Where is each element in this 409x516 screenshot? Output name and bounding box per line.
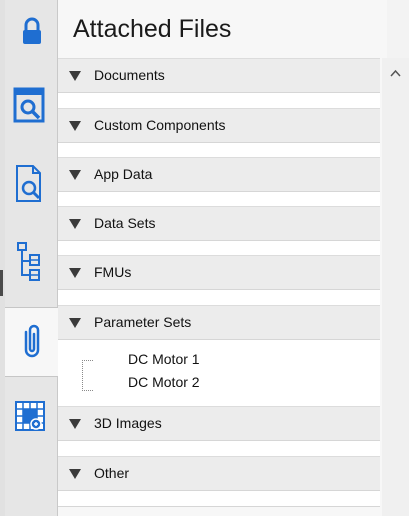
component-grid-icon bbox=[15, 401, 45, 431]
chevron-up-icon bbox=[390, 69, 401, 77]
section-body bbox=[58, 92, 380, 109]
section-fmus: FMUs bbox=[58, 255, 380, 306]
section-label: 3D Images bbox=[94, 415, 162, 431]
side-toolbar bbox=[5, 0, 58, 516]
collapse-triangle-icon bbox=[69, 268, 81, 278]
scroll-up-button[interactable] bbox=[382, 58, 409, 86]
section-app-data: App Data bbox=[58, 157, 380, 208]
section-header[interactable]: FMUs bbox=[58, 255, 380, 289]
collapse-triangle-icon bbox=[69, 71, 81, 81]
collapse-triangle-icon bbox=[69, 469, 81, 479]
section-body bbox=[58, 289, 380, 306]
lock-button[interactable] bbox=[5, 0, 57, 64]
section-label: App Data bbox=[94, 166, 153, 182]
collapse-triangle-icon bbox=[69, 121, 81, 131]
panel-right-edge bbox=[387, 0, 409, 58]
list-item[interactable]: DC Motor 1 bbox=[128, 351, 200, 367]
collapse-triangle-icon bbox=[69, 419, 81, 429]
collapse-triangle-icon bbox=[69, 219, 81, 229]
document-search-button[interactable] bbox=[5, 148, 57, 212]
frame-grip bbox=[0, 270, 3, 296]
section-custom-components: Custom Components bbox=[58, 108, 380, 159]
list-item[interactable]: DC Motor 2 bbox=[128, 374, 200, 390]
paperclip-icon bbox=[24, 324, 40, 358]
tree-connector bbox=[82, 360, 93, 391]
section-header[interactable]: App Data bbox=[58, 157, 380, 191]
section-body bbox=[58, 440, 380, 457]
section-body: DC Motor 1 DC Motor 2 bbox=[58, 339, 380, 407]
section-other: Other bbox=[58, 456, 380, 507]
section-label: Parameter Sets bbox=[94, 314, 192, 330]
panel-title: Attached Files bbox=[73, 15, 232, 43]
section-header[interactable]: Documents bbox=[58, 58, 380, 92]
model-tree-icon bbox=[17, 242, 40, 281]
section-body bbox=[58, 490, 380, 507]
attached-files-button[interactable] bbox=[5, 307, 58, 377]
component-grid-button[interactable] bbox=[5, 388, 57, 452]
document-search-icon bbox=[16, 165, 41, 202]
section-header[interactable]: Data Sets bbox=[58, 206, 380, 240]
section-label: Documents bbox=[94, 67, 165, 83]
lock-icon bbox=[23, 17, 41, 44]
section-documents: Documents bbox=[58, 58, 380, 109]
library-browser-icon bbox=[13, 87, 45, 123]
model-tree-button[interactable] bbox=[5, 228, 57, 292]
library-browser-button[interactable] bbox=[5, 70, 57, 134]
section-header[interactable]: Parameter Sets bbox=[58, 305, 380, 339]
section-label: FMUs bbox=[94, 264, 132, 280]
section-label: Other bbox=[94, 465, 130, 481]
collapse-triangle-icon bbox=[69, 170, 81, 180]
section-3d-images: 3D Images bbox=[58, 406, 380, 457]
section-parameter-sets: Parameter Sets DC Motor 1 DC Motor 2 bbox=[58, 305, 380, 407]
section-header[interactable]: 3D Images bbox=[58, 406, 380, 440]
vertical-scrollbar[interactable] bbox=[382, 58, 409, 516]
section-label: Data Sets bbox=[94, 215, 156, 231]
section-label: Custom Components bbox=[94, 117, 226, 133]
section-header[interactable]: Custom Components bbox=[58, 108, 380, 142]
section-data-sets: Data Sets bbox=[58, 206, 380, 257]
attached-files-panel: Attached Files Documents Custom Componen… bbox=[58, 0, 387, 516]
section-header[interactable]: Other bbox=[58, 456, 380, 490]
collapse-triangle-icon bbox=[69, 318, 81, 328]
